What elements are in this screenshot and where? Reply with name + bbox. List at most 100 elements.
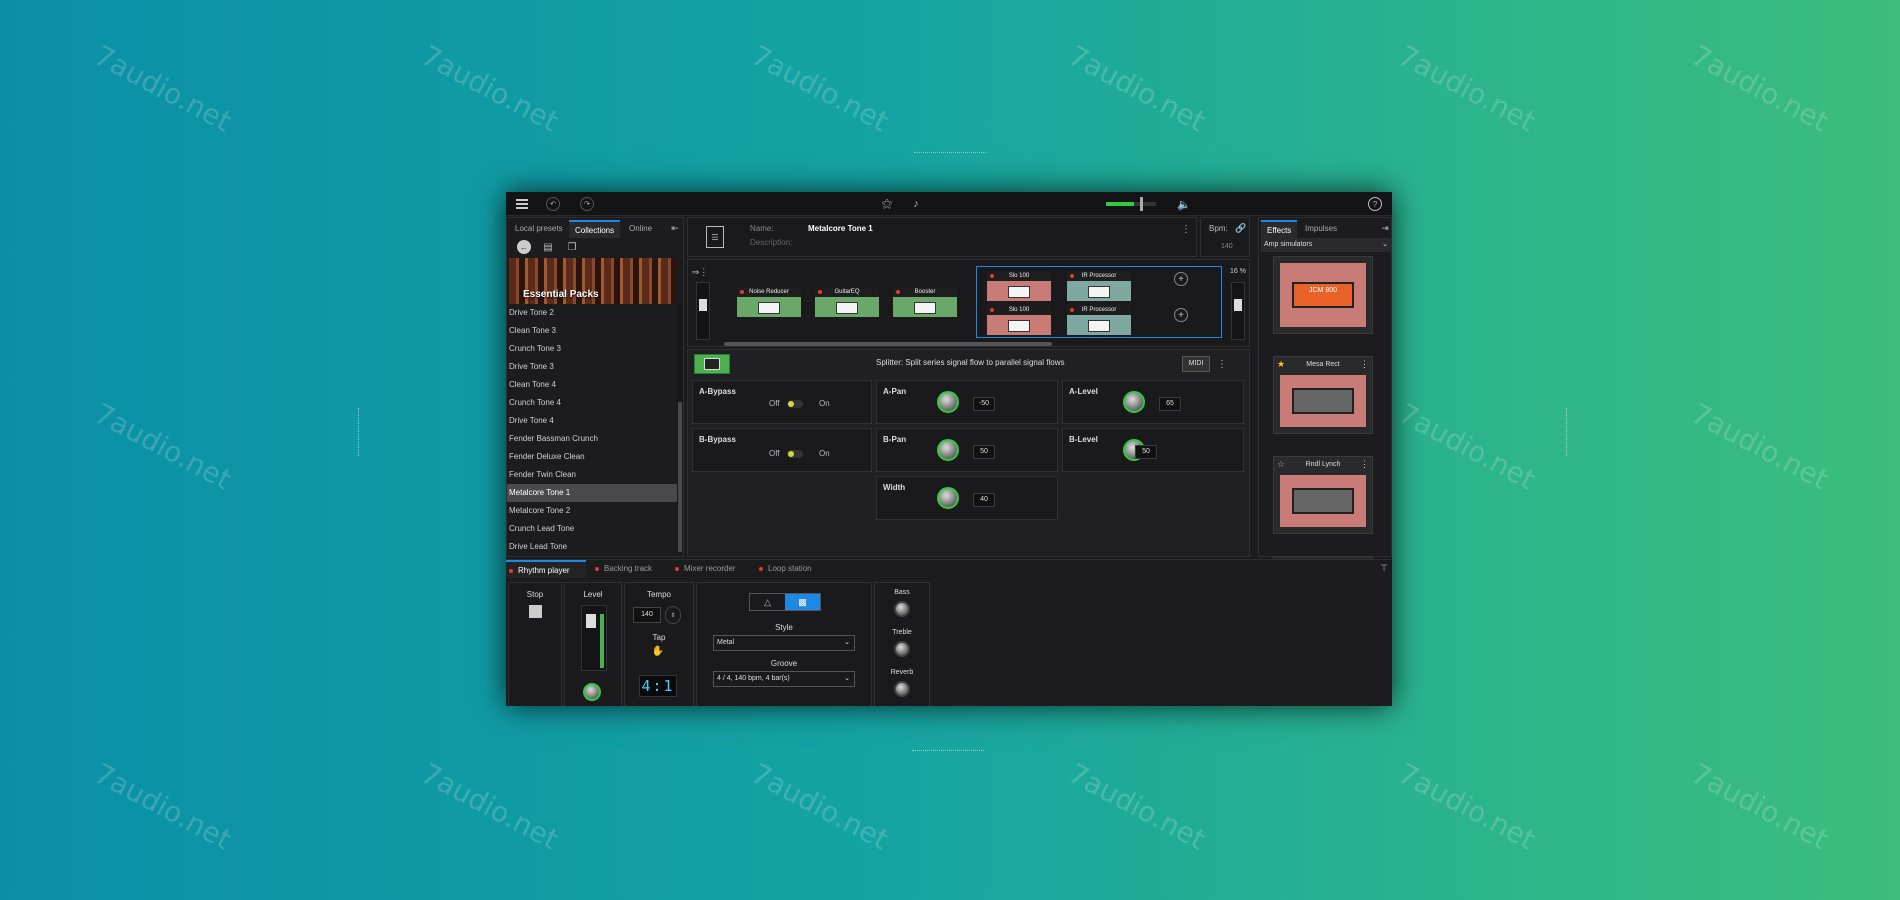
tab-rhythm-player[interactable]: Rhythm player [506,560,586,578]
metronome-icon[interactable]: △ [750,594,785,610]
chain-scrollbar[interactable] [724,342,1052,346]
help-icon[interactable]: ? [1368,197,1382,211]
b-pan-label: B-Pan [883,435,907,444]
amp-image [1280,263,1366,327]
b-bypass-off[interactable]: Off [769,449,780,458]
preset-list-item[interactable]: Metalcore Tone 2 [507,502,683,520]
tab-collections[interactable]: Collections [569,220,621,238]
preset-list-item[interactable]: Fender Deluxe Clean [507,448,683,466]
amp-head-graphic [1292,282,1354,308]
more-options-icon[interactable]: ⋮ [1360,359,1369,370]
a-level-value[interactable]: 65 [1159,397,1181,411]
more-options-icon[interactable]: ⋮ [1181,222,1191,236]
save-preset-icon[interactable]: ▤ [541,240,555,254]
scroll-thumb[interactable] [678,402,682,552]
add-module-icon[interactable]: + [1174,308,1188,322]
level-knob[interactable] [583,683,601,701]
reverb-knob[interactable] [894,681,910,697]
a-bypass-off[interactable]: Off [769,399,780,408]
amp-card[interactable]: JCM 800 [1273,256,1373,334]
style-select[interactable]: Metal ⌄ [713,635,855,651]
preset-list-item[interactable]: Clean Tone 4 [507,376,683,394]
tempo-section: Tempo 140 ⇕ Tap ✋ 4:1 [624,582,694,706]
pin-icon[interactable]: ⊤ [1378,562,1390,574]
preset-list-item[interactable]: Drive Tone 3 [507,358,683,376]
effects-browser: Effects Impulses ⇥ Amp simulators ⌄ JCM … [1258,217,1392,574]
tab-online[interactable]: Online [623,220,658,238]
groove-select[interactable]: 4 / 4, 140 bpm, 4 bar(s) ⌄ [713,671,855,687]
preset-list-scrollbar[interactable] [677,304,683,554]
amp-card[interactable]: Rndl Lynch ☆ ⋮ [1273,456,1373,534]
tempo-label: Tempo [646,590,671,599]
chevron-down-icon: ⌄ [1382,241,1388,248]
treble-knob[interactable] [894,641,910,657]
width-value[interactable]: 40 [973,493,995,507]
preset-list-item[interactable]: Drive Tone 4 [507,412,683,430]
menu-icon[interactable] [514,196,530,212]
bass-knob[interactable] [894,601,910,617]
level-fader-handle[interactable] [586,614,596,628]
tap-hand-icon[interactable]: ✋ [651,644,665,658]
preset-list-item[interactable]: Metalcore Tone 1 [507,484,683,502]
master-volume-slider[interactable] [1106,202,1156,206]
collapse-panel-icon[interactable]: ⇤ [669,221,681,235]
preset-list-item[interactable]: Clean Tone 3 [507,322,683,340]
b-bypass-switch[interactable] [787,450,803,458]
speaker-mute-icon[interactable]: 🔈 [1176,196,1192,212]
top-toolbar: ↶ ↷ ⚝ ♪ 🔈 ? [506,192,1392,216]
preset-name[interactable]: Metalcore Tone 1 [808,224,873,233]
width-knob[interactable] [937,487,959,509]
tab-impulses[interactable]: Impulses [1299,220,1343,238]
input-fader-handle[interactable] [699,299,707,311]
amp-card[interactable]: Mesa Rect ★ ⋮ [1273,356,1373,434]
tab-local-presets[interactable]: Local presets [509,220,569,238]
tab-backing-track[interactable]: Backing track [592,560,652,578]
stop-button[interactable] [529,605,542,618]
volume-slider-handle[interactable] [1140,197,1143,211]
tempo-input[interactable]: 140 [633,607,661,623]
preset-list-item[interactable]: Drive Tone 2 [507,304,683,322]
output-fader-handle[interactable] [1234,299,1242,311]
back-icon[interactable]: ← [517,240,531,254]
chain-module[interactable]: Booster [892,286,958,318]
b-pan-value[interactable]: 50 [973,445,995,459]
tab-mixer-recorder[interactable]: Mixer recorder [672,560,736,578]
preset-list-item[interactable]: Crunch Lead Tone [507,520,683,538]
tuner-icon[interactable]: ⚝ [879,196,895,212]
category-select[interactable]: Amp simulators ⌄ [1261,238,1391,252]
tempo-stepper-icon[interactable]: ⇕ [665,606,681,624]
more-options-icon[interactable]: ⋮ [1217,358,1227,370]
preset-list-item[interactable]: Fender Twin Clean [507,466,683,484]
tab-effects[interactable]: Effects [1261,220,1298,238]
b-bypass-on[interactable]: On [819,449,830,458]
b-pan-knob[interactable] [937,439,959,461]
collapse-panel-icon[interactable]: ⇥ [1379,221,1391,235]
guitar-icon[interactable]: ♪ [908,196,924,212]
favorite-star-icon[interactable]: ☆ [1277,459,1285,470]
a-bypass-on[interactable]: On [819,399,830,408]
chain-module[interactable]: Noise Reducer [736,286,802,318]
a-bypass-switch[interactable] [787,400,803,408]
link-icon[interactable]: 🔗 [1235,222,1247,234]
splitter-module-icon [694,354,730,374]
b-level-value[interactable]: 50 [1135,445,1157,459]
favorite-star-icon[interactable]: ★ [1277,359,1285,370]
add-module-icon[interactable]: + [1174,272,1188,286]
tab-loop-station[interactable]: Loop station [756,560,812,578]
undo-icon[interactable]: ↶ [546,197,560,211]
redo-icon[interactable]: ↷ [580,197,594,211]
drum-icon[interactable]: ▩ [785,594,820,610]
a-pan-value[interactable]: -50 [973,397,995,411]
copy-icon[interactable]: ❐ [565,240,579,254]
preset-list-item[interactable]: Crunch Tone 3 [507,340,683,358]
midi-button[interactable]: MIDI [1182,356,1210,372]
bpm-value[interactable]: 140 [1221,243,1233,250]
input-icon[interactable]: ⇒⋮ [692,266,709,278]
preset-list-item[interactable]: Fender Bassman Crunch [507,430,683,448]
a-level-knob[interactable] [1123,391,1145,413]
preset-list-item[interactable]: Crunch Tone 4 [507,394,683,412]
preset-list-item[interactable]: Drive Lead Tone [507,538,683,556]
a-pan-knob[interactable] [937,391,959,413]
chain-module[interactable]: GuitarEQ [814,286,880,318]
more-options-icon[interactable]: ⋮ [1360,459,1369,470]
